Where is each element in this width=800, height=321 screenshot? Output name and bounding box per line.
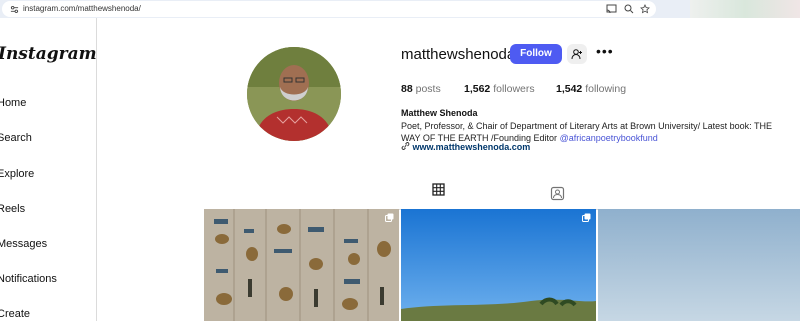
posts-stat: 88 posts [401, 83, 441, 95]
instagram-logo[interactable]: Instagram [0, 44, 97, 64]
star-icon[interactable] [640, 4, 650, 14]
browser-toolbar: instagram.com/matthewshenoda/ [0, 0, 800, 18]
profile-bio: Poet, Professor, & Chair of Department o… [401, 121, 772, 143]
post-thumbnail[interactable] [401, 209, 596, 321]
tune-icon[interactable] [10, 5, 19, 14]
multiple-posts-icon [582, 213, 591, 222]
address-bar[interactable]: instagram.com/matthewshenoda/ [2, 1, 656, 17]
following-stat[interactable]: 1,542 following [556, 83, 626, 95]
tab-tagged[interactable] [550, 186, 565, 206]
sidebar-item-home[interactable]: Home [0, 97, 26, 109]
extension-area [690, 0, 800, 18]
zoom-icon[interactable] [624, 4, 634, 14]
post-thumbnail[interactable] [204, 209, 399, 321]
link-icon [401, 142, 410, 150]
grid-icon [431, 183, 445, 196]
url-text[interactable]: instagram.com/matthewshenoda/ [23, 4, 141, 13]
sidebar-item-notifications[interactable]: Notifications [0, 273, 57, 285]
profile-website-link[interactable]: www.matthewshenoda.com [401, 142, 530, 152]
profile-full-name: Matthew Shenoda [401, 108, 478, 118]
tagged-icon [550, 186, 565, 201]
multiple-posts-icon [385, 213, 394, 222]
suggested-users-button[interactable] [567, 44, 587, 64]
tab-posts[interactable] [418, 183, 458, 210]
sidebar: Instagram Home Search Explore Reels Mess… [0, 18, 97, 321]
bio-mention-link[interactable]: @africanpoetrybookfund [560, 133, 658, 143]
sidebar-item-explore[interactable]: Explore [0, 168, 34, 180]
profile-username: matthewshenoda [401, 46, 516, 63]
sidebar-item-messages[interactable]: Messages [0, 238, 47, 250]
sidebar-item-search[interactable]: Search [0, 132, 32, 144]
follow-button[interactable]: Follow [510, 44, 562, 64]
add-user-icon [571, 48, 582, 59]
post-thumbnail[interactable] [598, 209, 800, 321]
followers-stat[interactable]: 1,562 followers [464, 83, 535, 95]
sidebar-item-create[interactable]: Create [0, 308, 30, 320]
avatar[interactable] [247, 47, 341, 141]
sidebar-item-reels[interactable]: Reels [0, 203, 25, 215]
more-options-button[interactable]: ••• [596, 43, 614, 62]
more-icon: ••• [596, 43, 614, 59]
cast-icon[interactable] [606, 4, 617, 14]
